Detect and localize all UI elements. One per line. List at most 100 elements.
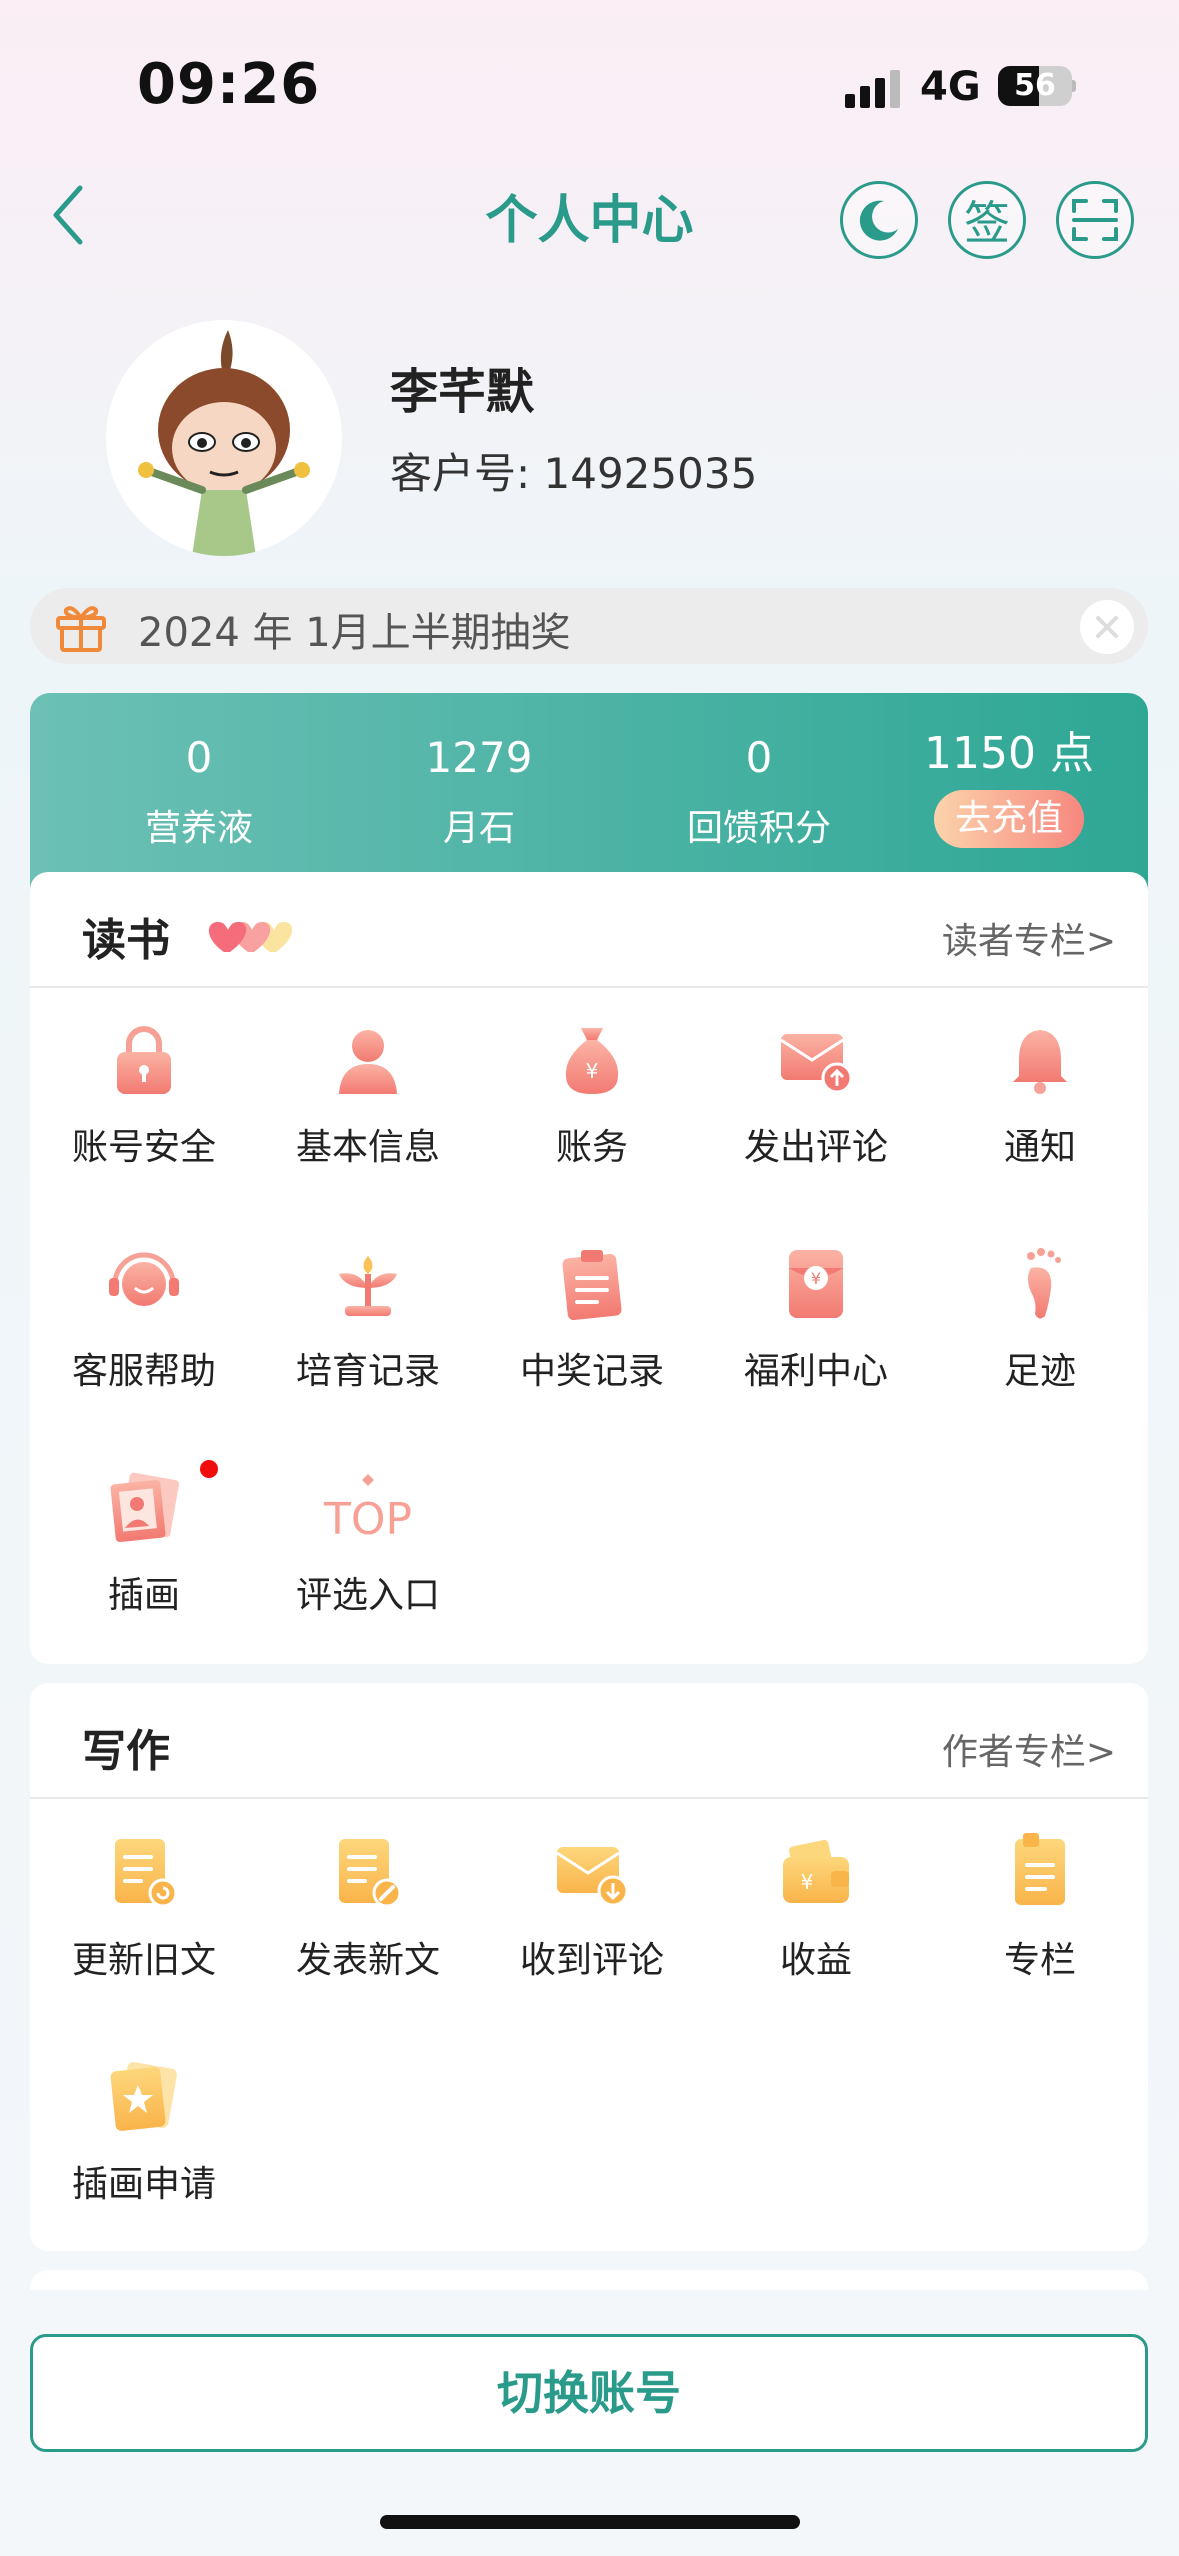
item-label: 发表新文: [295, 1940, 440, 1981]
status-time: 09:26: [137, 52, 321, 117]
item-label: 收益: [779, 1940, 852, 1981]
item-label: 插画: [107, 1575, 180, 1616]
cultivation-record-button[interactable]: 培育记录: [256, 1244, 480, 1394]
notification-button[interactable]: 通知: [928, 1020, 1152, 1170]
svg-text:¥: ¥: [586, 1059, 599, 1083]
switch-account-button[interactable]: 切换账号: [30, 2334, 1148, 2452]
close-icon: [1096, 616, 1118, 638]
customer-service-button[interactable]: 客服帮助: [32, 1244, 256, 1394]
illustration-apply-button[interactable]: 插画申请: [32, 2057, 256, 2207]
lottery-banner[interactable]: 2024 年 1月上半期抽奖: [30, 588, 1148, 664]
gift-icon: [56, 606, 106, 652]
item-label: 福利中心: [743, 1351, 888, 1392]
svg-text:¥: ¥: [801, 1870, 814, 1894]
stat-value: 0: [185, 733, 213, 782]
lottery-close-button[interactable]: [1080, 600, 1134, 654]
item-label: 账务: [555, 1127, 628, 1168]
illustration-button[interactable]: 插画: [32, 1468, 256, 1618]
column-button[interactable]: 专栏: [928, 1833, 1152, 1983]
item-label: 足迹: [1003, 1351, 1076, 1392]
item-label: 评选入口: [295, 1575, 440, 1616]
recharge-button[interactable]: 去充值: [934, 790, 1084, 848]
item-label: 插画申请: [71, 2164, 216, 2205]
mail-send-icon: [780, 1034, 853, 1094]
update-old-post-button[interactable]: 更新旧文: [32, 1833, 256, 1983]
stat-moonstone[interactable]: 1279 月石: [354, 733, 604, 851]
reader-column-link[interactable]: 读者专栏>: [942, 912, 1116, 964]
new-badge: [200, 1460, 218, 1478]
red-envelope-icon: ¥: [789, 1250, 843, 1318]
stat-points: 1150 点: [884, 729, 1134, 779]
moon-icon: [859, 200, 898, 241]
headset-icon: [109, 1252, 179, 1306]
network-type: 4G: [920, 64, 981, 110]
footprint-button[interactable]: 足迹: [928, 1244, 1152, 1394]
home-indicator[interactable]: [380, 2515, 800, 2529]
stat-label: 月石: [442, 808, 515, 849]
item-label: 中奖记录: [519, 1351, 664, 1392]
basic-info-button[interactable]: 基本信息: [256, 1020, 480, 1170]
prize-record-button[interactable]: 中奖记录: [480, 1244, 704, 1394]
writing-section: 写作 作者专栏> 更新旧文 发表新文 收到评论 ¥ 收益 专栏 插画申请: [30, 1683, 1148, 2251]
sign-in-button[interactable]: 签: [948, 181, 1026, 259]
svg-text:¥: ¥: [811, 1269, 821, 1288]
next-section-peek: [30, 2270, 1148, 2290]
item-label: 更新旧文: [71, 1940, 216, 1981]
card-star-icon: [110, 2062, 177, 2131]
selection-entry-button[interactable]: TOP 评选入口: [256, 1468, 480, 1618]
footprint-icon: [1027, 1248, 1061, 1319]
author-column-link[interactable]: 作者专栏>: [942, 1723, 1116, 1775]
sprout-icon: [339, 1256, 397, 1316]
item-label: 专栏: [1003, 1940, 1076, 1981]
illustration-icon: [110, 1472, 180, 1543]
hearts-icon: [208, 922, 293, 952]
money-bag-icon: ¥: [565, 1028, 619, 1094]
signal-icon: [845, 70, 901, 108]
section-title: 读书: [82, 915, 170, 966]
mail-receive-icon: [556, 1847, 629, 1907]
bell-icon: [1013, 1030, 1067, 1094]
item-label: 培育记录: [295, 1351, 440, 1392]
item-label: 通知: [1003, 1127, 1076, 1168]
item-label: 发出评论: [743, 1127, 888, 1168]
stat-value: 0: [745, 733, 773, 782]
wallet-icon: ¥: [783, 1839, 849, 1903]
clipboard-icon: [562, 1250, 622, 1321]
reading-section: 读书 读者专栏> 账号安全 基本信息 ¥ 账务 发出评论 通知 客服帮助 培育记…: [30, 872, 1148, 1664]
account-security-button[interactable]: 账号安全: [32, 1020, 256, 1170]
publish-new-post-button[interactable]: 发表新文: [256, 1833, 480, 1983]
top-icon: TOP: [298, 1468, 438, 1546]
doc-refresh-icon: [115, 1839, 178, 1908]
customer-label: 客户号:: [390, 449, 531, 498]
sent-comments-button[interactable]: 发出评论: [704, 1020, 928, 1170]
earnings-button[interactable]: ¥ 收益: [704, 1833, 928, 1983]
billing-button[interactable]: ¥ 账务: [480, 1020, 704, 1170]
avatar[interactable]: [106, 320, 342, 556]
customer-id: 14925035: [543, 449, 758, 498]
night-mode-button[interactable]: [840, 181, 918, 259]
lock-icon: [117, 1026, 171, 1094]
welfare-center-button[interactable]: ¥ 福利中心: [704, 1244, 928, 1394]
received-comments-button[interactable]: 收到评论: [480, 1833, 704, 1983]
stat-value: 1150 点: [924, 728, 1094, 779]
stat-feedback-points[interactable]: 0 回馈积分: [634, 733, 884, 851]
customer-id-row: 客户号: 14925035: [390, 440, 757, 501]
battery-icon: 56: [998, 66, 1076, 106]
user-name: 李芊默: [390, 364, 535, 420]
item-label: 客服帮助: [71, 1351, 216, 1392]
stat-nutrient[interactable]: 0 营养液: [74, 733, 324, 851]
battery-level: 56: [1014, 68, 1056, 103]
item-label: 账号安全: [71, 1127, 216, 1168]
scan-button[interactable]: [1056, 181, 1134, 259]
person-icon: [339, 1030, 397, 1094]
lottery-text: 2024 年 1月上半期抽奖: [138, 610, 571, 656]
section-title: 写作: [82, 1726, 170, 1777]
stat-value: 1279: [425, 733, 533, 782]
stat-label: 营养液: [144, 808, 253, 849]
svg-text:TOP: TOP: [323, 1494, 412, 1545]
doc-edit-icon: [339, 1839, 402, 1908]
scan-icon: [1072, 199, 1118, 241]
column-icon: [1015, 1833, 1065, 1905]
stat-label: 回馈积分: [686, 808, 831, 849]
item-label: 基本信息: [295, 1127, 440, 1168]
